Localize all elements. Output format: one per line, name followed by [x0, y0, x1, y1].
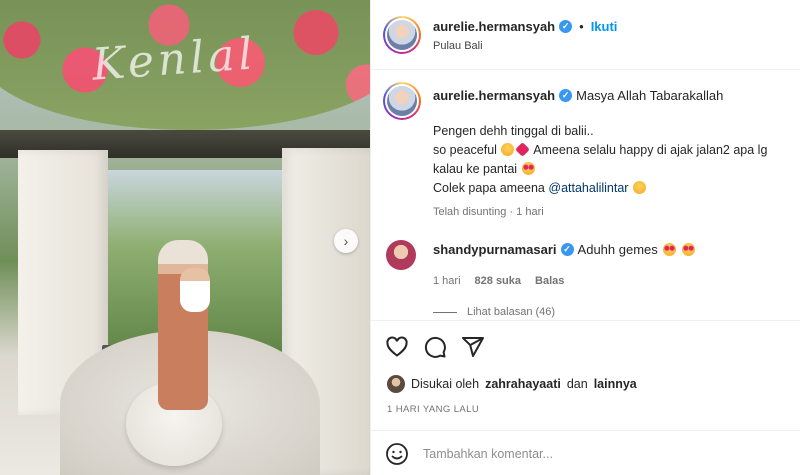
heart-emoji-icon	[515, 142, 531, 157]
share-icon[interactable]	[461, 335, 485, 359]
comment-username[interactable]: shandypurnamasari	[433, 242, 557, 257]
woman-figure	[158, 240, 208, 410]
winking-face-icon	[632, 181, 646, 194]
caption-first-text: Masya Allah Tabarakallah	[576, 88, 724, 103]
follow-button[interactable]: Ikuti	[591, 19, 618, 34]
view-replies-button[interactable]: Lihat balasan (46)	[433, 306, 555, 318]
emoji-icon[interactable]	[385, 442, 409, 466]
caption-line: Pengen dehh tinggal di balii..	[433, 124, 594, 138]
comments-section[interactable]: aurelie.hermansyah ✓ Masya Allah Tabarak…	[371, 70, 800, 320]
caption-meta: Telah disunting · 1 hari	[433, 206, 544, 218]
heart-eyes-emoji-icon	[662, 243, 676, 256]
post-side-panel: aurelie.hermansyah ✓ • Ikuti Pulau Bali …	[370, 0, 800, 475]
caption-username[interactable]: aurelie.hermansyah	[433, 88, 555, 103]
avatar[interactable]	[387, 375, 405, 393]
avatar[interactable]	[383, 82, 421, 120]
separator-dot: •	[579, 19, 584, 34]
action-bar	[371, 320, 800, 370]
reply-button[interactable]: Balas	[535, 275, 564, 287]
liker-username[interactable]: zahrahayaati	[485, 377, 561, 391]
post-photo[interactable]: Kenlal ›	[0, 0, 370, 475]
comment-input[interactable]	[423, 443, 723, 465]
divider-line	[433, 311, 457, 313]
verified-badge-icon: ✓	[559, 20, 573, 33]
verified-badge-icon: ✓	[559, 89, 573, 102]
smiling-face-icon	[501, 143, 515, 156]
comment-meta: 1 hari 828 suka Balas	[433, 275, 564, 287]
avatar[interactable]	[386, 240, 416, 270]
caption-line: so peaceful Ameena selalu happy di ajak …	[433, 142, 768, 176]
comment-age: 1 hari	[433, 275, 461, 287]
caption-first-line: aurelie.hermansyah ✓ Masya Allah Tabarak…	[433, 88, 723, 103]
post-timestamp[interactable]: 1 HARI YANG LALU	[387, 404, 479, 415]
caption-line: Colek papa ameena @attahalilintar	[433, 179, 793, 198]
likes-joiner: dan	[566, 377, 588, 391]
header-username[interactable]: aurelie.hermansyah	[433, 19, 555, 34]
comment-likes-count[interactable]: 828 suka	[475, 275, 521, 287]
mention-link[interactable]: @attahalilintar	[548, 181, 628, 195]
next-photo-button[interactable]: ›	[334, 229, 358, 253]
post-header: aurelie.hermansyah ✓ • Ikuti Pulau Bali	[371, 0, 800, 70]
likes-prefix: Disukai oleh	[411, 377, 480, 391]
avatar[interactable]	[383, 16, 421, 54]
comment-line: shandypurnamasari ✓ Aduhh gemes	[433, 242, 696, 257]
add-comment-bar	[371, 430, 800, 475]
heart-eyes-emoji-icon	[521, 162, 535, 175]
comment-icon[interactable]	[423, 335, 447, 359]
likes-summary: Disukai oleh zahrahayaati dan lainnya	[387, 375, 637, 393]
likes-others-link[interactable]: lainnya	[594, 377, 637, 391]
heart-eyes-emoji-icon	[681, 243, 695, 256]
verified-badge-icon: ✓	[560, 243, 574, 256]
comment-text: Aduhh gemes	[577, 242, 658, 257]
heart-icon[interactable]	[385, 335, 409, 359]
caption-body: Pengen dehh tinggal di balii.. so peacef…	[433, 122, 793, 198]
baby-figure	[180, 268, 210, 312]
header-user-row: aurelie.hermansyah ✓ • Ikuti	[433, 19, 617, 34]
location-link[interactable]: Pulau Bali	[433, 40, 483, 52]
chevron-right-icon: ›	[343, 233, 349, 249]
